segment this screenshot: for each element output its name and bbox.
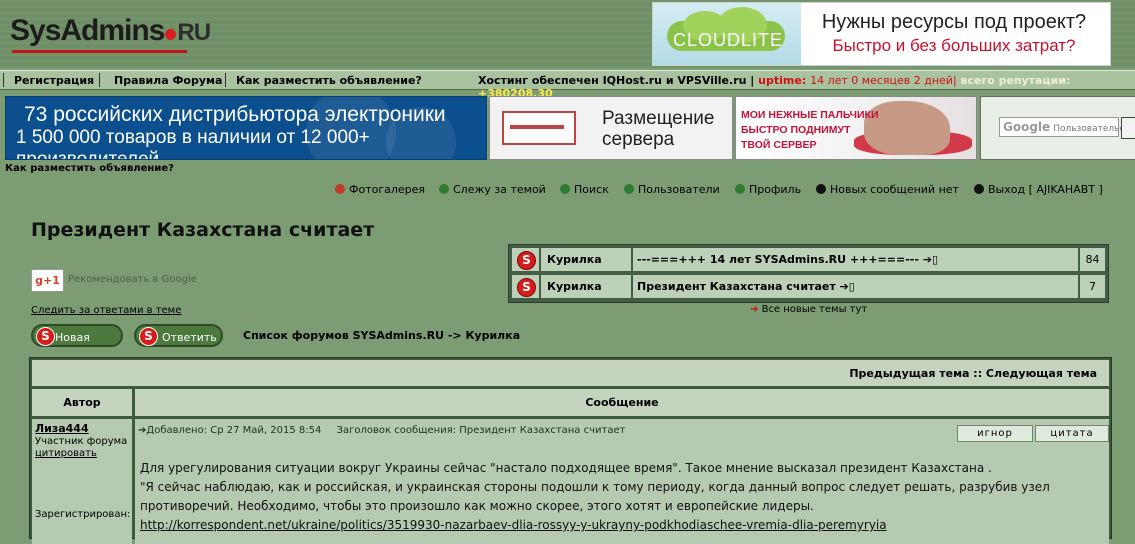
electronics-text-1: 73 российских дистрибьютора электроники — [24, 103, 446, 126]
recent-topic-forum[interactable]: Курилка — [540, 274, 632, 299]
hosting-link-vpsville[interactable]: VPSVille.ru — [677, 74, 746, 87]
promo-banner[interactable]: МОИ НЕЖНЫЕ ПАЛЬЧИКИ БЫСТРО ПОДНИМУТ ТВОЙ… — [735, 96, 977, 160]
post-paragraph: Для урегулирования ситуации вокруг Украи… — [140, 461, 992, 475]
quote-button[interactable]: цитата — [1035, 425, 1109, 442]
ignore-button[interactable]: игнор — [957, 425, 1033, 442]
messages-icon — [816, 184, 826, 194]
author-role: Участник форума — [35, 436, 128, 447]
prev-next-bar: Предыдущая тема :: Следующая тема — [32, 360, 1109, 386]
post-subject: Заголовок сообщения: Президент Казахстан… — [336, 425, 626, 436]
menu-watched[interactable]: Слежу за темой — [439, 183, 546, 196]
recent-topic-count: 84 — [1079, 247, 1106, 272]
post-body: Для урегулирования ситуации вокруг Украи… — [140, 459, 1090, 535]
posts-table: Предыдущая тема :: Следующая тема Автор … — [29, 357, 1112, 544]
gallery-icon — [335, 184, 345, 194]
electronics-banner[interactable]: 73 российских дистрибьютора электроники … — [5, 96, 487, 160]
forum-s-icon: S — [517, 278, 536, 297]
all-new-topics-link[interactable]: ➔ Все новые темы тут — [750, 304, 867, 315]
server-hosting-banner[interactable]: Размещение сервера — [489, 96, 733, 160]
menu-search[interactable]: Поиск — [560, 183, 609, 196]
cloud-logo: CLOUDLITE — [653, 3, 801, 65]
cloudlite-ad-banner[interactable]: CLOUDLITE Нужны ресурсы под проект? Быст… — [652, 2, 1111, 66]
logo-underline — [12, 50, 187, 53]
post-ad-link[interactable]: Как разместить объявление? — [5, 163, 174, 174]
recent-topic-title[interactable]: Президент Казахстана считает ➔▯ — [632, 274, 1079, 299]
hosting-link-iqhost[interactable]: IQHost.ru — [603, 74, 662, 87]
nav-register[interactable]: Регистрация — [14, 74, 94, 87]
ad-subline: Быстро и без больших затрат? — [832, 36, 1076, 55]
reply-button[interactable]: S Ответить — [134, 324, 223, 347]
menu-messages[interactable]: Новых сообщений нет — [816, 183, 959, 196]
users-icon — [624, 184, 634, 194]
google-plus-button[interactable]: g+1 — [31, 269, 64, 292]
ad-headline: Нужны ресурсы под проект? — [821, 11, 1087, 33]
google-logo: Google — [1003, 120, 1051, 134]
google-search-button[interactable] — [1121, 117, 1135, 139]
author-quote-link[interactable]: цитировать — [35, 448, 97, 459]
google-plus-text: Рекомендовать в Google — [68, 274, 197, 285]
post-source-link[interactable]: http://korrespondent.net/ukraine/politic… — [140, 518, 887, 532]
watch-icon — [439, 184, 449, 194]
prev-next-links[interactable]: Предыдущая тема :: Следующая тема — [849, 367, 1097, 380]
uptime-value: 14 лет 0 месяцев 2 дней| — [810, 74, 957, 87]
google-search-input[interactable]: Google Пользовательский — [999, 117, 1135, 137]
top-nav-bar: Регистрация Правила Форума Как разместит… — [0, 70, 1135, 100]
logo-dot-icon — [165, 29, 177, 40]
author-registered: Зарегистрирован: — [35, 509, 131, 520]
new-topic-icon: S — [36, 327, 55, 346]
menu-profile[interactable]: Профиль — [735, 183, 801, 196]
menu-logout[interactable]: Выход [ AJIKAHABT ] — [974, 183, 1103, 196]
recent-topics-box: S Курилка ---===+++ 14 лет SYSAdmins.RU … — [508, 244, 1109, 303]
page-title: Президент Казахстана считает — [31, 219, 375, 241]
profile-icon — [735, 184, 745, 194]
reply-icon: S — [139, 327, 158, 346]
go-to-post-icon: ➔▯ — [839, 280, 855, 293]
google-search-box: Google Пользовательский — [980, 96, 1135, 160]
post-date: Добавлено: Ср 27 Май, 2015 8:54 — [146, 425, 322, 436]
site-header: SysAdmins RU CLOUDLITE Нужны ресурсы под … — [0, 0, 1135, 68]
logo-text: SysAdmins — [10, 14, 165, 47]
server-icon — [502, 111, 576, 145]
recent-topic-row: S Курилка ---===+++ 14 лет SYSAdmins.RU … — [511, 247, 1106, 272]
post-meta: ➔Добавлено: Ср 27 Май, 2015 8:54 Заголов… — [138, 425, 625, 436]
arrow-right-icon: ➔ — [750, 304, 759, 315]
server-text-2: сервера — [602, 129, 675, 150]
recent-topic-forum[interactable]: Курилка — [540, 247, 632, 272]
menu-users[interactable]: Пользователи — [624, 183, 720, 196]
col-author-header: Автор — [32, 389, 132, 416]
author-name[interactable]: Лиза444 — [35, 422, 89, 435]
recent-topic-title[interactable]: ---===+++ 14 лет SYSAdmins.RU +++===--- … — [632, 247, 1079, 272]
recent-topic-row: S Курилка Президент Казахстана считает ➔… — [511, 274, 1106, 299]
logout-icon — [974, 184, 984, 194]
logo-tld: RU — [177, 19, 211, 46]
col-message-header: Сообщение — [135, 389, 1109, 416]
post-paragraph: "Я сейчас наблюдаю, как и российская, и … — [140, 480, 1050, 532]
breadcrumb[interactable]: Список форумов SYSAdmins.RU -> Курилка — [243, 329, 520, 342]
search-icon — [560, 184, 570, 194]
follow-topic-link[interactable]: Следить за ответами в теме — [31, 305, 181, 316]
nav-post-ad[interactable]: Как разместить объявление? — [236, 74, 422, 87]
nav-rules[interactable]: Правила Форума — [114, 74, 222, 87]
electronics-text-2: 1 500 000 товаров в наличии от 12 000+ п… — [16, 127, 370, 160]
recent-topic-count: 7 — [1079, 274, 1106, 299]
go-to-post-icon: ➔▯ — [922, 253, 939, 266]
new-topic-button[interactable]: SНовая тема — [31, 324, 123, 367]
site-logo[interactable]: SysAdmins RU — [10, 14, 211, 48]
menu-gallery[interactable]: Фотогалерея — [335, 183, 425, 196]
forum-s-icon: S — [517, 251, 536, 270]
server-text-1: Размещение — [602, 108, 715, 129]
message-cell: ➔Добавлено: Ср 27 Май, 2015 8:54 Заголов… — [135, 419, 1109, 544]
author-cell: Лиза444 Участник форума цитировать Зарег… — [32, 419, 132, 544]
cloud-brand: CLOUDLITE — [673, 30, 784, 50]
